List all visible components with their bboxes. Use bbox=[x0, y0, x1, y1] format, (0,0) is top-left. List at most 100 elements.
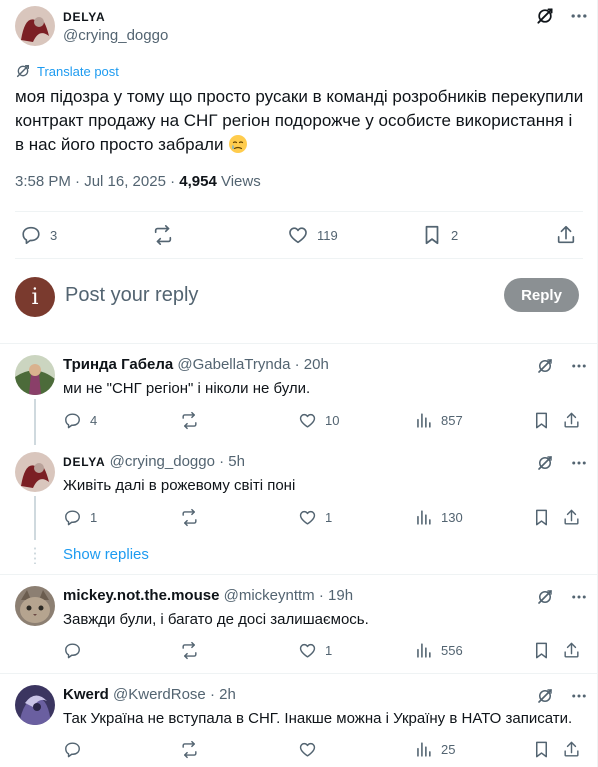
grok-icon[interactable] bbox=[536, 357, 554, 375]
bookmark-button[interactable] bbox=[532, 508, 551, 527]
reply-item[interactable]: mickey.not.the.mouse @mickeynttm · 19h З… bbox=[0, 574, 597, 673]
reply-text: ми не "СНГ регіон" і ніколи не були. bbox=[63, 380, 311, 397]
like-button[interactable]: 10 bbox=[298, 411, 339, 430]
grok-icon[interactable] bbox=[536, 454, 554, 472]
reply-text: Так Україна не вступала в СНГ. Інакше мо… bbox=[63, 710, 573, 727]
share-button[interactable] bbox=[562, 641, 581, 660]
avatar[interactable] bbox=[15, 6, 55, 46]
like-button[interactable] bbox=[298, 740, 325, 759]
views-count: 25 bbox=[441, 742, 456, 757]
more-icon[interactable] bbox=[570, 687, 588, 705]
like-count: 1 bbox=[325, 643, 333, 658]
reply-author-handle[interactable]: @mickeynttm bbox=[224, 587, 315, 604]
share-icon bbox=[562, 740, 581, 759]
reply-button[interactable]: 3 bbox=[20, 224, 57, 246]
reply-item[interactable]: Kwerd @KwerdRose · 2h Так Україна не вст… bbox=[0, 673, 597, 767]
more-icon[interactable] bbox=[570, 588, 588, 606]
avatar[interactable] bbox=[15, 685, 55, 725]
repost-button[interactable] bbox=[180, 641, 199, 660]
bookmark-button[interactable] bbox=[532, 740, 551, 759]
avatar[interactable] bbox=[15, 586, 55, 626]
like-count: 119 bbox=[317, 227, 338, 243]
share-button[interactable] bbox=[562, 508, 581, 527]
grok-icon[interactable] bbox=[536, 687, 554, 705]
reply-text: Живіть далі в рожевому світі поні bbox=[63, 477, 296, 494]
author-handle[interactable]: @crying_doggo bbox=[63, 27, 168, 44]
views-count: 857 bbox=[441, 413, 463, 428]
reply-time[interactable]: · 19h bbox=[319, 587, 353, 604]
reply-button[interactable] bbox=[63, 641, 90, 660]
views-button[interactable]: 25 bbox=[414, 740, 455, 759]
bookmark-icon bbox=[532, 508, 551, 527]
share-icon bbox=[562, 641, 581, 660]
bookmark-button[interactable]: 2 bbox=[421, 224, 458, 246]
bookmark-icon bbox=[421, 224, 443, 246]
reply-time[interactable]: · 2h bbox=[210, 686, 236, 703]
repost-button[interactable] bbox=[180, 740, 199, 759]
post-timestamp[interactable]: 3:58 PM · Jul 16, 2025 · bbox=[15, 173, 179, 190]
like-icon bbox=[298, 411, 317, 430]
more-icon[interactable] bbox=[570, 357, 588, 375]
reply-author-handle[interactable]: @KwerdRose bbox=[113, 686, 206, 703]
repost-button[interactable] bbox=[180, 508, 199, 527]
reply-header: mickey.not.the.mouse @mickeynttm · 19h bbox=[63, 587, 353, 604]
reply-top-actions bbox=[536, 454, 588, 472]
repost-icon bbox=[180, 411, 199, 430]
views-button[interactable]: 556 bbox=[414, 641, 463, 660]
views-button[interactable]: 857 bbox=[414, 411, 463, 430]
bookmark-button[interactable] bbox=[532, 411, 551, 430]
reply-header: Kwerd @KwerdRose · 2h bbox=[63, 686, 236, 703]
translate-post-link[interactable]: Translate post bbox=[15, 63, 119, 79]
reply-input[interactable]: Post your reply bbox=[65, 284, 198, 307]
reply-author-name[interactable]: DELYA bbox=[63, 455, 105, 469]
reply-author-name[interactable]: Тринда Габела bbox=[63, 356, 173, 373]
like-icon bbox=[287, 224, 309, 246]
views-button[interactable]: 130 bbox=[414, 508, 463, 527]
like-button[interactable]: 119 bbox=[287, 224, 338, 246]
grok-icon[interactable] bbox=[535, 6, 555, 26]
reply-button[interactable]: 4 bbox=[63, 411, 97, 430]
author-name[interactable]: DELYA bbox=[63, 10, 105, 24]
reply-time[interactable]: · 20h bbox=[295, 356, 329, 373]
reply-icon bbox=[63, 411, 82, 430]
like-button[interactable]: 1 bbox=[298, 508, 332, 527]
views-icon bbox=[414, 411, 433, 430]
views-count: 4,954 bbox=[179, 173, 217, 190]
reply-icon bbox=[63, 641, 82, 660]
share-button[interactable] bbox=[555, 224, 577, 246]
more-icon[interactable] bbox=[569, 6, 589, 26]
reply-author-name[interactable]: Kwerd bbox=[63, 686, 109, 703]
share-icon bbox=[562, 411, 581, 430]
share-button[interactable] bbox=[562, 411, 581, 430]
repost-button[interactable] bbox=[152, 224, 174, 246]
user-avatar[interactable]: i bbox=[15, 277, 55, 317]
reply-button[interactable]: 1 bbox=[63, 508, 97, 527]
like-icon bbox=[298, 740, 317, 759]
post-meta: 3:58 PM · Jul 16, 2025 · 4,954 Views bbox=[15, 173, 261, 190]
reply-author-name[interactable]: mickey.not.the.mouse bbox=[63, 587, 219, 604]
bookmark-button[interactable] bbox=[532, 641, 551, 660]
views-icon bbox=[414, 641, 433, 660]
like-icon bbox=[298, 508, 317, 527]
reply-author-handle[interactable]: @GabellaTrynda bbox=[177, 356, 290, 373]
share-button[interactable] bbox=[562, 740, 581, 759]
repost-icon bbox=[180, 740, 199, 759]
thread-line bbox=[34, 496, 36, 540]
reply-count: 4 bbox=[90, 413, 98, 428]
avatar[interactable] bbox=[15, 355, 55, 395]
grok-icon[interactable] bbox=[536, 588, 554, 606]
reply-item[interactable]: Тринда Габела @GabellaTrynda · 20h ми не… bbox=[0, 343, 597, 441]
show-replies-link[interactable]: Show replies bbox=[63, 546, 149, 563]
reply-item[interactable]: DELYA @crying_doggo · 5h Живіть далі в р… bbox=[0, 440, 597, 538]
avatar[interactable] bbox=[15, 452, 55, 492]
reply-author-handle[interactable]: @crying_doggo bbox=[110, 453, 215, 470]
like-button[interactable]: 1 bbox=[298, 641, 332, 660]
share-icon bbox=[562, 508, 581, 527]
repost-button[interactable] bbox=[180, 411, 199, 430]
repost-icon bbox=[180, 641, 199, 660]
share-icon bbox=[555, 224, 577, 246]
reply-time[interactable]: · 5h bbox=[219, 453, 245, 470]
more-icon[interactable] bbox=[570, 454, 588, 472]
reply-button[interactable] bbox=[63, 740, 90, 759]
submit-reply-button[interactable]: Reply bbox=[504, 278, 579, 312]
